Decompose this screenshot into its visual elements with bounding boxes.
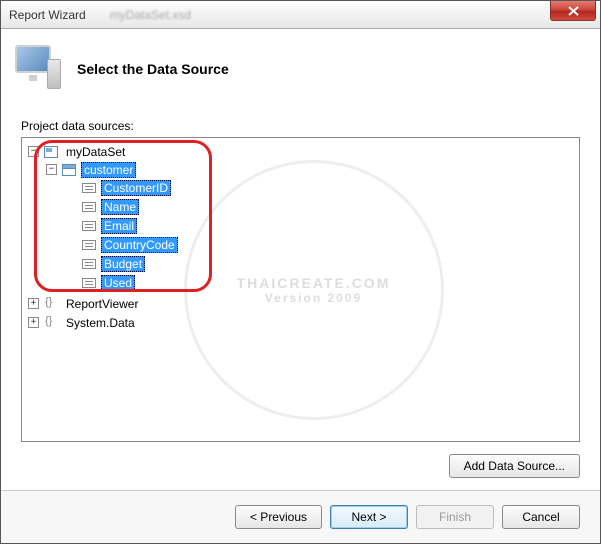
namespace-icon [43, 316, 59, 330]
expand-toggle-icon[interactable]: − [46, 164, 57, 175]
page-title: Select the Data Source [77, 61, 229, 77]
tree-node-label: ReportViewer [63, 297, 141, 311]
expand-toggle-icon[interactable]: + [28, 317, 39, 328]
tree-node-field[interactable]: Budget [64, 254, 575, 273]
finish-button[interactable]: Finish [416, 505, 494, 529]
tree-node-label: System.Data [63, 316, 138, 330]
tree-node-label: Used [101, 275, 135, 291]
dialog-footer: < Previous Next > Finish Cancel [1, 490, 600, 543]
titlebar: Report Wizard myDataSet.xsd [1, 1, 600, 29]
expand-toggle-icon[interactable]: − [28, 146, 39, 157]
close-button[interactable] [550, 1, 596, 21]
titlebar-extra: myDataSet.xsd [110, 8, 191, 22]
window-title: Report Wizard [9, 8, 86, 22]
field-icon [81, 276, 97, 290]
add-data-source-row: Add Data Source... [21, 454, 580, 478]
tree-node-systemdata[interactable]: + System.Data [28, 313, 575, 332]
tree-node-customer[interactable]: − customer CustomerID Name Email Country… [46, 160, 575, 293]
data-sources-tree[interactable]: THAICREATE.COM Version 2009 − myDataSet [21, 137, 580, 442]
tree-node-field[interactable]: Email [64, 216, 575, 235]
tree-node-label: Email [101, 218, 137, 234]
tree-node-field[interactable]: Name [64, 197, 575, 216]
namespace-icon [43, 297, 59, 311]
table-icon [61, 163, 77, 177]
tree-node-reportviewer[interactable]: + ReportViewer [28, 294, 575, 313]
dialog-body: Project data sources: THAICREATE.COM Ver… [1, 101, 600, 490]
tree-node-field[interactable]: CountryCode [64, 235, 575, 254]
tree-node-mydataset[interactable]: − myDataSet − customer [28, 142, 575, 294]
tree-node-field[interactable]: Used [64, 273, 575, 292]
tree-node-field[interactable]: CustomerID [64, 178, 575, 197]
field-icon [81, 238, 97, 252]
tree-label: Project data sources: [21, 119, 580, 133]
computer-icon [13, 45, 61, 93]
previous-button[interactable]: < Previous [235, 505, 322, 529]
cancel-button[interactable]: Cancel [502, 505, 580, 529]
tree-node-label: CountryCode [101, 237, 178, 253]
field-icon [81, 181, 97, 195]
field-icon [81, 257, 97, 271]
tree-node-label: myDataSet [63, 145, 128, 159]
field-icon [81, 200, 97, 214]
dataset-icon [43, 145, 59, 159]
tree-node-label: Budget [101, 256, 145, 272]
tree-node-label: CustomerID [101, 180, 171, 196]
add-data-source-button[interactable]: Add Data Source... [449, 454, 580, 478]
tree-node-label: Name [101, 199, 139, 215]
field-icon [81, 219, 97, 233]
dialog-window: Report Wizard myDataSet.xsd Select the D… [0, 0, 601, 544]
close-icon [568, 6, 579, 16]
wizard-header: Select the Data Source [1, 29, 600, 101]
tree-node-label: customer [81, 162, 136, 178]
expand-toggle-icon[interactable]: + [28, 298, 39, 309]
next-button[interactable]: Next > [330, 505, 408, 529]
